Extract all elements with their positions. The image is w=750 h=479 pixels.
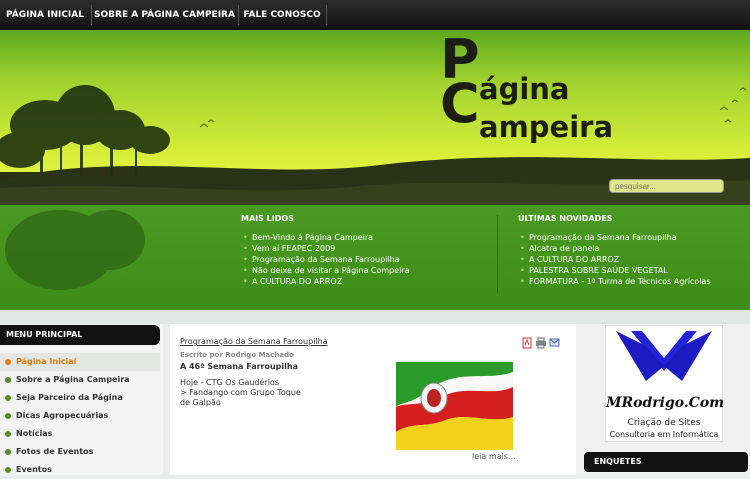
ultimas-item[interactable]: A CULTURA DO ARROZ xyxy=(518,254,711,265)
menu-item-sobre[interactable]: Sobre a Página Campeira xyxy=(0,371,160,389)
mais-lidos-list: Bem-Vindo á Página Campeira Vem aí FEAPE… xyxy=(241,232,410,287)
article-line: Hoje - CTG Os Gaudérios xyxy=(180,378,279,387)
ad-tagline: Criação de Sites xyxy=(627,418,701,428)
ad-subtitle: Consultoria em Informática xyxy=(609,430,719,439)
email-icon[interactable] xyxy=(549,338,560,347)
mais-lidos-item[interactable]: A CULTURA DO ARROZ xyxy=(241,276,410,287)
content-separator-bar xyxy=(0,310,750,324)
ad-brand-name: MRodrigo.Com xyxy=(606,395,725,411)
read-more-link[interactable]: leia mais… xyxy=(472,452,516,461)
article-tool-icons xyxy=(522,337,560,349)
top-navigation: PÁGINA INICIAL SOBRE A PÁGINA CAMPEIRA F… xyxy=(0,0,750,30)
ultimas-item[interactable]: Programação da Semana Farroupilha xyxy=(518,232,711,243)
nav-fale-conosco[interactable]: FALE CONOSCO xyxy=(239,0,325,30)
menu-item-label: Eventos xyxy=(16,465,52,474)
mais-lidos-item[interactable]: Bem-Vindo á Página Campeira xyxy=(241,232,410,243)
rio-grande-do-sul-flag-image xyxy=(396,362,513,450)
bullet-icon xyxy=(5,449,11,455)
menu-item-seja-parceiro[interactable]: Seja Parceiro da Página xyxy=(0,389,160,407)
mais-lidos-item[interactable]: Programação da Semana Farroupilha xyxy=(241,254,410,265)
menu-item-noticias[interactable]: Notícias xyxy=(0,425,160,443)
logo-text-line2: ampeira xyxy=(479,110,614,144)
ultimas-novidades-list: Programação da Semana Farroupilha Alcatr… xyxy=(518,232,711,287)
nav-pagina-inicial[interactable]: PÁGINA INICIAL xyxy=(0,0,90,30)
article-line: de Galpão xyxy=(180,398,221,407)
article-tools xyxy=(522,334,560,353)
ultimas-item[interactable]: Alcatra de panela xyxy=(518,243,711,254)
logo-text-line1: ágina xyxy=(479,72,570,106)
print-icon[interactable] xyxy=(536,337,546,349)
menu-item-label: Notícias xyxy=(16,429,53,438)
ultimas-novidades-heading: ÚLTIMAS NOVIDADES xyxy=(518,214,613,223)
logo-letter-c: C xyxy=(440,72,480,135)
menu-item-label: Página Inicial xyxy=(16,357,77,366)
bullet-icon xyxy=(5,467,11,473)
bullet-icon xyxy=(5,431,11,437)
menu-item-label: Sobre a Página Campeira xyxy=(16,375,130,384)
column-divider xyxy=(497,215,498,293)
mrodrigo-logo-icon xyxy=(616,331,712,381)
enquetes-heading: ENQUETES xyxy=(584,452,748,472)
menu-item-fotos[interactable]: Fotos de Eventos xyxy=(0,443,160,461)
nav-separator xyxy=(326,5,327,25)
article-heading: A 46ª Semana Farroupilha xyxy=(180,362,298,371)
article-body: Hoje - CTG Os Gaudérios > Fandango com G… xyxy=(180,378,320,408)
pdf-icon[interactable] xyxy=(522,337,532,349)
menu-item-pagina-inicial[interactable]: Página Inicial xyxy=(0,353,160,371)
article-line: > Fandango com Grupo Toque xyxy=(180,388,301,397)
bullet-icon xyxy=(5,413,11,419)
bullet-icon xyxy=(5,359,11,365)
bullet-icon xyxy=(5,395,11,401)
bullet-icon xyxy=(5,377,11,383)
search-input[interactable] xyxy=(609,179,724,193)
mais-lidos-item[interactable]: Vem aí FEAPEC 2009 xyxy=(241,243,410,254)
article-author: Escrito por Rodrigo Machado xyxy=(180,351,294,359)
menu-principal-heading: MENU PRINCIPAL xyxy=(0,325,160,345)
menu-item-label: Seja Parceiro da Página xyxy=(16,393,123,402)
menu-item-label: Dicas Agropecuárias xyxy=(16,411,109,420)
mais-lidos-item[interactable]: Não deixe de visitar a Página Compeira xyxy=(241,265,410,276)
menu-item-eventos[interactable]: Eventos xyxy=(0,461,160,479)
menu-item-label: Fotos de Eventos xyxy=(16,447,94,456)
mais-lidos-heading: MAIS LIDOS xyxy=(241,214,294,223)
ultimas-item[interactable]: PALESTRA SOBRE SAÚDE VEGETAL xyxy=(518,265,711,276)
article-title-link[interactable]: Programação da Semana Farroupilha xyxy=(180,337,328,346)
menu-item-dicas[interactable]: Dicas Agropecuárias xyxy=(0,407,160,425)
nav-sobre[interactable]: SOBRE A PÁGINA CAMPEIRA xyxy=(92,0,237,30)
ultimas-item[interactable]: FORMATURA - 1ª Turma de Técnicos Agrícol… xyxy=(518,276,711,287)
